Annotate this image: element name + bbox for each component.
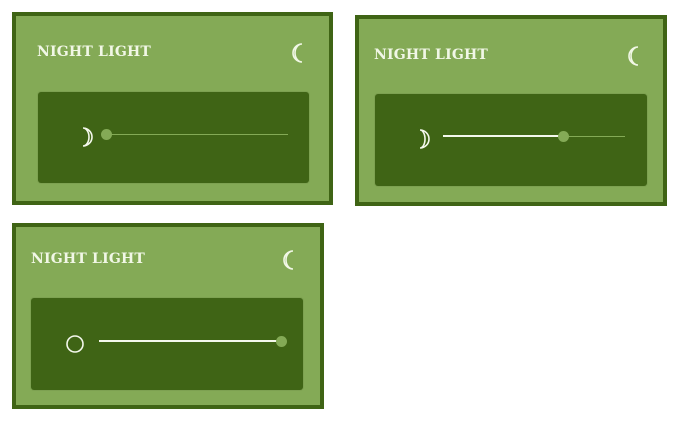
night-light-card: NIGHT LIGHT	[355, 15, 667, 206]
crescent-moon-icon	[82, 127, 93, 147]
slider-track	[106, 134, 288, 135]
crescent-moon-icon	[283, 250, 294, 270]
brightness-slider[interactable]	[99, 335, 287, 349]
card-title: NIGHT LIGHT	[31, 251, 146, 267]
brightness-slider[interactable]	[443, 130, 625, 144]
slider-thumb[interactable]	[101, 129, 112, 140]
brightness-panel	[375, 94, 647, 186]
brightness-slider[interactable]	[101, 128, 288, 142]
slider-thumb[interactable]	[276, 336, 287, 347]
card-title: NIGHT LIGHT	[374, 47, 489, 63]
full-moon-icon	[66, 335, 84, 353]
crescent-moon-icon	[628, 46, 639, 66]
night-light-widgets: NIGHT LIGHT NIGHT LIGHT NIGHT LIGHT	[0, 0, 683, 424]
slider-fill	[99, 340, 281, 342]
card-title: NIGHT LIGHT	[37, 44, 152, 60]
slider-thumb[interactable]	[558, 131, 570, 142]
brightness-panel	[38, 92, 309, 183]
slider-fill	[443, 135, 564, 137]
night-light-card: NIGHT LIGHT	[12, 12, 333, 205]
night-light-card: NIGHT LIGHT	[12, 223, 324, 409]
crescent-moon-icon	[419, 129, 430, 149]
crescent-moon-icon	[292, 43, 303, 63]
brightness-panel	[31, 298, 303, 390]
